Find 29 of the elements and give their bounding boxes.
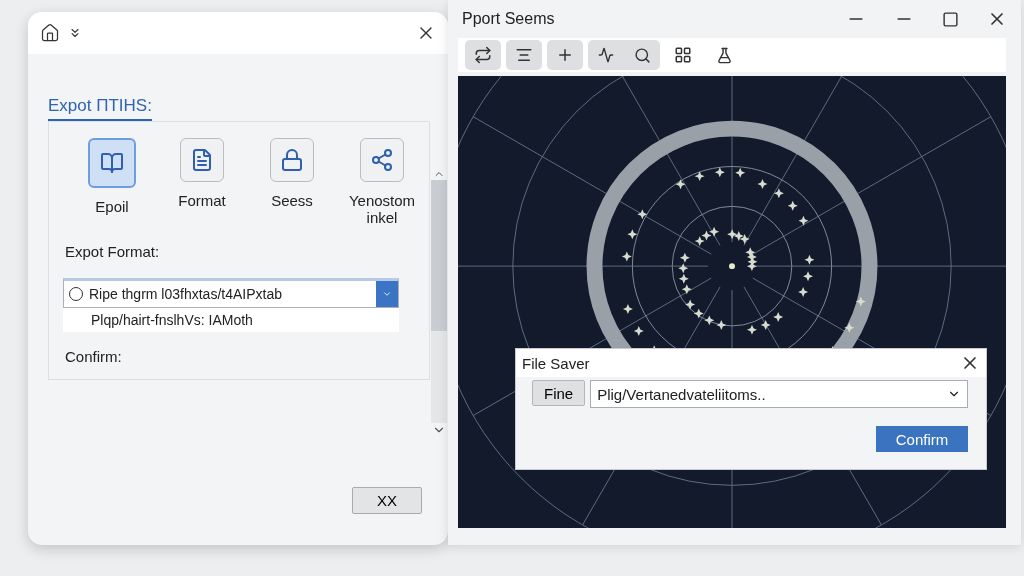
format-select[interactable]: Ripe thgrm l03fhxtas/t4AIPxtab	[63, 277, 399, 308]
format-label: Expot Format:	[65, 242, 161, 260]
format-tile[interactable]	[360, 138, 404, 182]
radio-button[interactable]	[69, 286, 83, 301]
ok-button[interactable]: XX	[352, 487, 422, 514]
center-dot	[729, 263, 735, 270]
scrollbar[interactable]	[431, 180, 447, 423]
home-icon[interactable]	[40, 23, 60, 43]
format-tile-label: Format	[177, 192, 227, 210]
format-tile[interactable]	[88, 138, 136, 188]
lock-icon	[280, 148, 304, 172]
format-tile-label: Epoil	[94, 198, 130, 216]
browse-button[interactable]: Fine	[532, 380, 586, 406]
collapse-icon[interactable]	[68, 26, 82, 40]
document-icon	[190, 148, 214, 172]
section-title: Expot ΠTIHS:	[48, 96, 152, 122]
format-tile[interactable]	[270, 138, 314, 182]
window-title: Pport Seems	[462, 10, 555, 28]
maximize-icon[interactable]	[942, 10, 959, 28]
format-tile-label: Seess	[270, 192, 314, 210]
dialog-title: File Saver	[522, 354, 590, 372]
path-field[interactable]: Plig/Vertanedvateliitoms..	[590, 380, 968, 408]
confirm-button[interactable]: Confirm	[876, 426, 968, 452]
dropdown-option[interactable]: Plqp/hairt-fnslhVs: IAMoth	[63, 307, 399, 332]
book-icon	[100, 151, 124, 175]
confirm-label: Confirm:	[65, 347, 123, 365]
network-icon	[370, 148, 394, 172]
format-tile-label: Yenostom inkel	[347, 192, 417, 227]
format-tile[interactable]	[180, 138, 224, 182]
